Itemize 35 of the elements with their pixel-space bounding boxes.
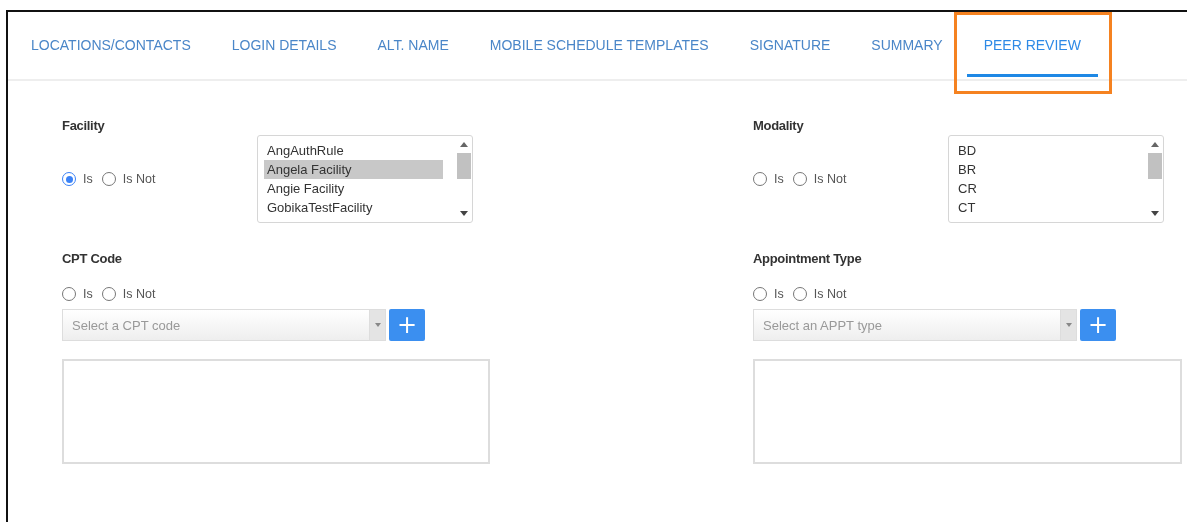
field-label: Modality (753, 118, 805, 133)
list-item[interactable]: CR (955, 179, 1134, 198)
tab[interactable]: LOCATIONS/CONTACTS (31, 12, 191, 77)
scroll-up-icon[interactable] (1151, 142, 1159, 147)
tab[interactable]: MOBILE SCHEDULE TEMPLATES (489, 12, 709, 77)
radio-label: Is (774, 287, 784, 301)
radio-label: Is (83, 287, 93, 301)
radio-label: Is Not (122, 172, 156, 186)
radio-label: Is (774, 172, 784, 186)
field-label: Appointment Type (753, 251, 863, 266)
caret-icon (1065, 323, 1072, 327)
scroll-down-icon[interactable] (1151, 211, 1159, 216)
list-item[interactable]: AngAuthRule (264, 141, 443, 160)
tab[interactable]: PEER REVIEW (966, 12, 1098, 77)
field-label: CPT Code (62, 251, 123, 266)
field-label: Facility (62, 118, 106, 133)
list-item[interactable]: Angie Facility (264, 179, 443, 198)
list-item[interactable]: BD (955, 141, 1134, 160)
list-box[interactable]: BD BR CR CT (948, 135, 1164, 223)
radio-label: Is (83, 172, 93, 186)
radio-label: Is Not (813, 287, 847, 301)
tab[interactable]: SUMMARY (871, 12, 943, 77)
list-box[interactable]: AngAuthRule Angela Facility Angie Facility GobikaTestFacility (257, 135, 473, 223)
caret-icon (374, 323, 381, 327)
list-item[interactable]: GobikaTestFacility (264, 198, 443, 217)
list-item[interactable]: CT (955, 198, 1134, 217)
radio-label: Is Not (813, 172, 847, 186)
list-item[interactable]: BR (955, 160, 1134, 179)
tab[interactable]: SIGNATURE (749, 12, 831, 77)
tab[interactable]: LOGIN DETAILS (231, 12, 337, 77)
scroll-down-icon[interactable] (460, 211, 468, 216)
list-item[interactable]: Angela Facility (264, 160, 443, 179)
tab[interactable]: ALT. NAME (377, 12, 449, 77)
scroll-up-icon[interactable] (460, 142, 468, 147)
radio-label: Is Not (122, 287, 156, 301)
